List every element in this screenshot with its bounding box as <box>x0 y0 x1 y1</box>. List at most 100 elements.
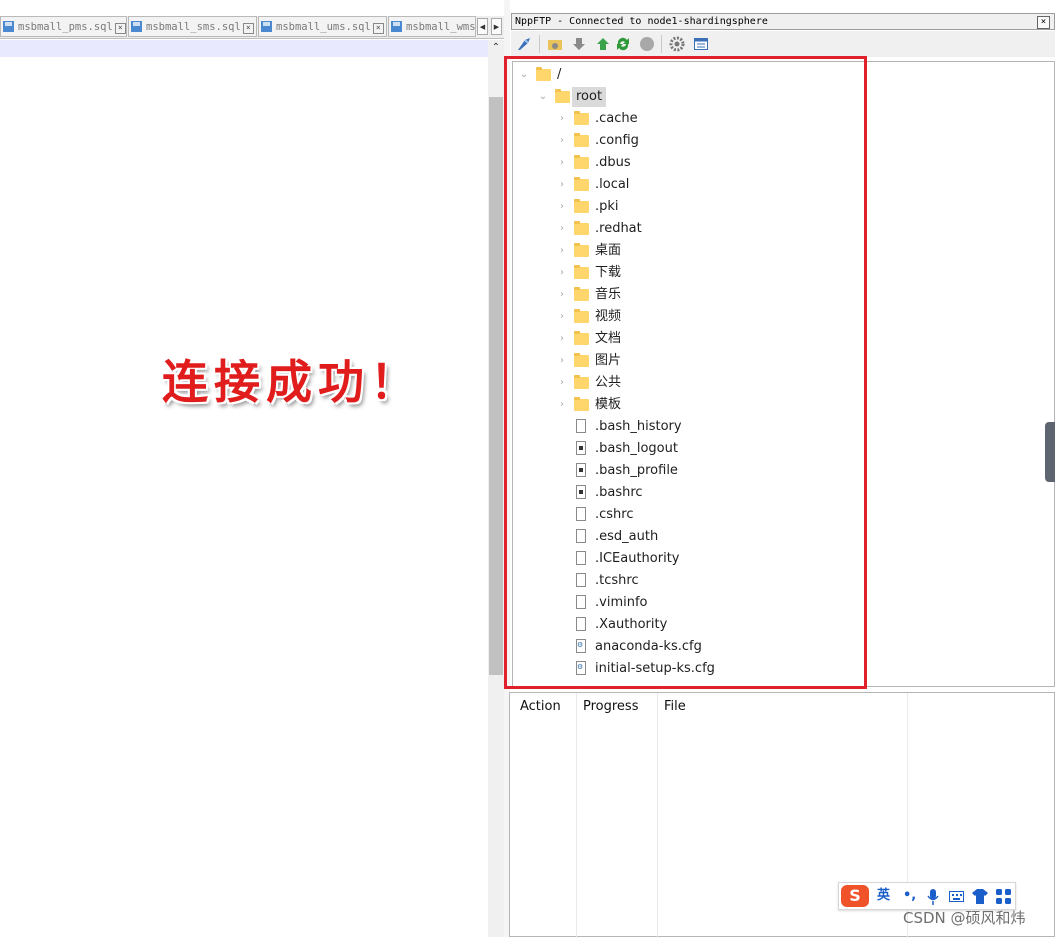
tree-node[interactable]: .bash_profile <box>513 461 1043 481</box>
tree-node[interactable]: .esd_auth <box>513 527 1043 547</box>
tree-node-label: .viminfo <box>595 595 648 610</box>
editor-scrollbar[interactable]: ⌃ <box>488 40 504 937</box>
chevron-right-icon[interactable]: › <box>557 153 567 173</box>
tree-node[interactable]: .cshrc <box>513 505 1043 525</box>
tree-node[interactable]: .Xauthority <box>513 615 1043 635</box>
tree-node[interactable]: anaconda-ks.cfg <box>513 637 1043 657</box>
ime-toolbar[interactable]: S 英 •, <box>838 882 1016 910</box>
tree-node-label: .tcshrc <box>595 573 639 588</box>
tree-node[interactable]: › .dbus <box>513 153 1043 173</box>
folder-icon <box>574 111 589 125</box>
folder-icon <box>574 199 589 213</box>
chevron-right-icon[interactable]: › <box>557 263 567 283</box>
skin-shirt-icon[interactable] <box>972 889 988 904</box>
tree-node[interactable]: ⌄ / <box>513 65 1043 85</box>
editor-tab[interactable]: msbmall_pms.sql × <box>0 16 127 37</box>
close-icon[interactable]: × <box>372 23 384 34</box>
ftp-toolbar <box>511 31 1055 57</box>
save-state-icon <box>391 21 402 32</box>
column-header-file[interactable]: File <box>654 693 686 717</box>
chevron-right-icon[interactable]: › <box>557 219 567 239</box>
open-folder-icon[interactable] <box>547 36 563 52</box>
tree-node-label: .bash_logout <box>595 441 678 456</box>
ime-punctuation-toggle[interactable]: •, <box>903 887 916 905</box>
side-panel-handle[interactable] <box>1045 422 1055 482</box>
tree-node[interactable]: › 音乐 <box>513 285 1043 305</box>
connection-success-annotation: 连接成功！ <box>162 355 422 409</box>
microphone-icon[interactable] <box>927 889 939 905</box>
tab-scroll-right-button[interactable]: ▶ <box>491 18 502 35</box>
tree-node[interactable]: › .config <box>513 131 1043 151</box>
sogou-logo[interactable]: S <box>841 885 869 907</box>
chevron-right-icon[interactable]: › <box>557 307 567 327</box>
tree-node-label: 桌面 <box>595 243 622 258</box>
editor-tab[interactable]: msbmall_wms <box>388 16 476 37</box>
message-window-icon[interactable] <box>693 36 709 52</box>
chevron-right-icon[interactable]: › <box>557 351 567 371</box>
chevron-down-icon[interactable]: ⌄ <box>519 65 529 85</box>
tree-node[interactable]: › 桌面 <box>513 241 1043 261</box>
tree-node[interactable]: .viminfo <box>513 593 1043 613</box>
chevron-right-icon[interactable]: › <box>557 285 567 305</box>
tree-node[interactable]: › .cache <box>513 109 1043 129</box>
tree-node[interactable]: › .local <box>513 175 1043 195</box>
tree-node[interactable]: .bash_history <box>513 417 1043 437</box>
remote-file-tree[interactable]: ⌄ / ⌄ root › .cache › .config › .dbus › .local › .pki… <box>512 61 1055 687</box>
chevron-up-icon[interactable]: ⌃ <box>488 40 504 56</box>
editor-tab[interactable]: msbmall_sms.sql × <box>128 16 257 37</box>
tree-node[interactable]: › 文档 <box>513 329 1043 349</box>
chevron-right-icon[interactable]: › <box>557 109 567 129</box>
keyboard-icon[interactable] <box>949 891 964 902</box>
settings-gear-icon[interactable] <box>669 36 685 52</box>
column-header-progress[interactable]: Progress <box>573 693 638 717</box>
tree-node-label: .bashrc <box>595 485 643 500</box>
chevron-right-icon[interactable]: › <box>557 175 567 195</box>
tree-node[interactable]: .bash_logout <box>513 439 1043 459</box>
connect-icon[interactable] <box>516 36 532 52</box>
watermark: CSDN @硕风和炜 <box>903 909 1026 927</box>
folder-icon <box>536 67 551 81</box>
tree-node[interactable]: › 视频 <box>513 307 1043 327</box>
refresh-icon[interactable] <box>615 36 631 52</box>
column-header-action[interactable]: Action <box>510 693 561 717</box>
chevron-right-icon[interactable]: › <box>557 241 567 261</box>
tree-node-label: root <box>572 87 607 107</box>
chevron-right-icon[interactable]: › <box>557 197 567 217</box>
abort-icon[interactable] <box>639 36 655 52</box>
chevron-right-icon[interactable]: › <box>557 329 567 349</box>
chevron-right-icon[interactable]: › <box>557 131 567 151</box>
tree-node[interactable]: .ICEauthority <box>513 549 1043 569</box>
tree-node[interactable]: .tcshrc <box>513 571 1043 591</box>
folder-icon <box>574 243 589 257</box>
tree-node[interactable]: .bashrc <box>513 483 1043 503</box>
folder-icon <box>574 353 589 367</box>
close-icon[interactable]: × <box>1037 16 1050 29</box>
close-icon[interactable]: × <box>114 23 126 34</box>
chevron-right-icon[interactable]: › <box>557 395 567 415</box>
tree-node[interactable]: › .pki <box>513 197 1043 217</box>
tree-node[interactable]: › 模板 <box>513 395 1043 415</box>
tree-node[interactable]: initial-setup-ks.cfg <box>513 659 1043 679</box>
download-icon[interactable] <box>571 36 587 52</box>
chevron-right-icon[interactable]: › <box>557 373 567 393</box>
folder-icon <box>574 309 589 323</box>
text-file-icon <box>576 419 586 433</box>
upload-icon[interactable] <box>595 36 611 52</box>
editor-tab[interactable]: msbmall_ums.sql × <box>258 16 387 37</box>
tree-node[interactable]: ⌄ root <box>513 87 1043 107</box>
chevron-down-icon[interactable]: ⌄ <box>538 87 548 107</box>
toolbox-grid-icon[interactable] <box>996 889 1011 904</box>
tree-node-label: .local <box>595 177 630 192</box>
tree-node[interactable]: › 公共 <box>513 373 1043 393</box>
text-file-icon <box>576 529 586 543</box>
tree-node[interactable]: › 下载 <box>513 263 1043 283</box>
save-state-icon <box>3 21 14 32</box>
ime-language-toggle[interactable]: 英 <box>877 887 890 905</box>
close-icon[interactable]: × <box>242 23 254 34</box>
tree-node[interactable]: › 图片 <box>513 351 1043 371</box>
folder-icon <box>574 177 589 191</box>
tree-node[interactable]: › .redhat <box>513 219 1043 239</box>
folder-icon <box>574 265 589 279</box>
scrollbar-thumb[interactable] <box>489 97 503 675</box>
tab-scroll-left-button[interactable]: ◀ <box>477 18 488 35</box>
